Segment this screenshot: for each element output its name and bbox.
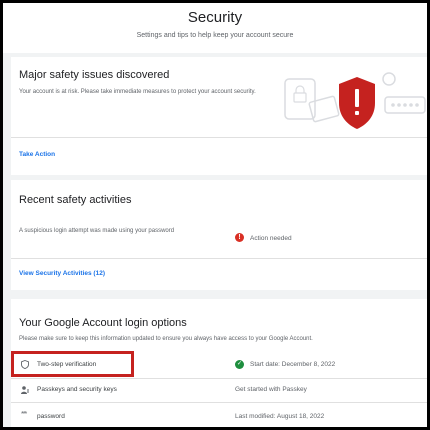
password-row[interactable]: *** password Last modified: August 18, 2… [11,403,427,425]
login-options-card: Your Google Account login options Please… [11,299,427,427]
laptop-lock-icon [308,95,340,123]
page-title: Security [187,9,243,26]
security-page: Security Settings and tips to help keep … [3,3,427,427]
check-icon: ✓ [235,360,244,369]
passkeys-status: Get started with Passkey [235,386,307,393]
divider [11,258,427,259]
password-status: Last modified: August 18, 2022 [235,413,325,420]
alert-icon: ! [235,233,244,242]
page-header: Security Settings and tips to help keep … [3,3,427,53]
safety-issues-title: Major safety issues discovered [19,69,170,81]
login-options-title: Your Google Account login options [19,317,187,329]
security-alert-illustration [284,72,426,129]
action-needed-status[interactable]: Action needed [250,235,292,242]
two-step-status: Start date: December 8, 2022 [250,361,336,368]
divider [11,137,427,138]
view-security-activities-link[interactable]: View Security Activities (12) [19,270,105,277]
login-options-description: Please make sure to keep this informatio… [19,336,313,342]
passkeys-row[interactable]: Passkeys and security keys Get started w… [11,379,427,401]
highlight-box [11,351,134,377]
safety-issues-description: Your account is at risk. Please take imm… [19,89,256,95]
person-key-icon [21,386,29,394]
passkeys-label: Passkeys and security keys [37,386,117,393]
recent-activity-title: Recent safety activities [19,194,132,206]
page-subtitle: Settings and tips to help keep your acco… [136,32,294,39]
take-action-link[interactable]: Take Action [19,151,55,158]
recent-activity-card: Recent safety activities A suspicious lo… [11,180,427,290]
password-label: password [37,413,65,420]
safety-issues-card: Major safety issues discovered Your acco… [11,57,427,175]
shield-alert-icon [339,77,375,129]
asterisk-icon: *** [21,411,27,418]
suspicious-login-text: A suspicious login attempt was made usin… [19,228,175,234]
phone-lock-icon [284,78,316,120]
password-field-icon [382,72,426,114]
